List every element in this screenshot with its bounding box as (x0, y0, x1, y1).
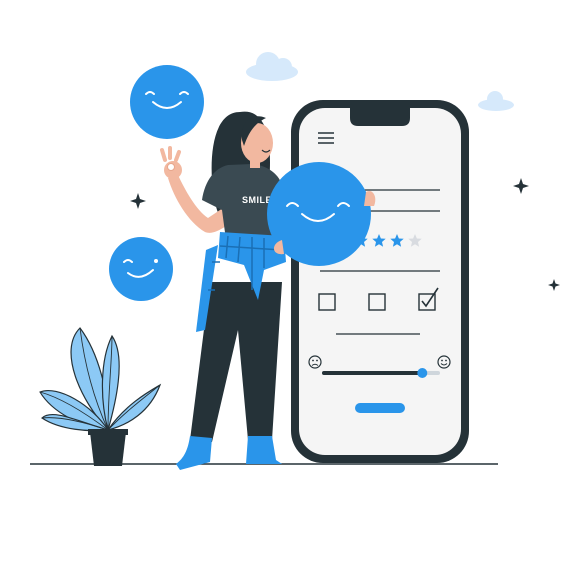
sparkle-icon (548, 279, 560, 291)
slider-knob[interactable] (417, 368, 428, 378)
sparkle-icon (130, 193, 146, 209)
right-shoe (246, 436, 282, 464)
smiley-emoji-icon (130, 65, 204, 139)
sparkle-icon (513, 178, 529, 194)
feedback-illustration: SMILEY (0, 0, 580, 568)
left-shoe (176, 436, 212, 470)
illustration-canvas: SMILEY (30, 52, 560, 470)
plant-pot (90, 432, 126, 466)
woman-character: SMILEY (160, 111, 286, 470)
phone (291, 100, 469, 463)
winking-emoji-icon (109, 237, 173, 301)
phone-notch (350, 108, 410, 126)
slider-fill (322, 371, 423, 375)
phone-screen (299, 108, 461, 455)
cloud-icon (478, 91, 514, 111)
cloud-icon (246, 52, 298, 81)
plant (39, 327, 162, 466)
submit-button[interactable] (355, 403, 405, 413)
